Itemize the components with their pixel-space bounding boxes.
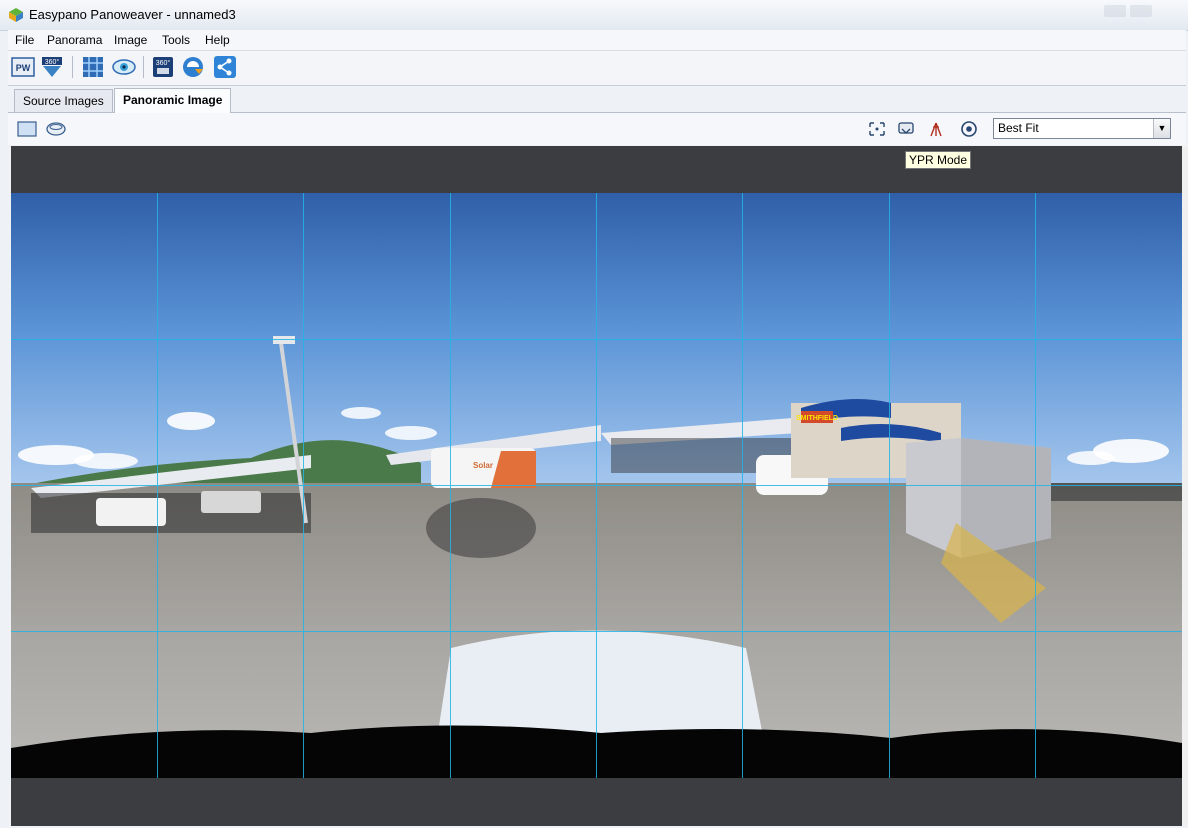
360-publish-icon[interactable]: 360° xyxy=(40,55,64,79)
grid-line xyxy=(11,631,1182,632)
window-title: Easypano Panoweaver - unnamed3 xyxy=(29,7,236,22)
zoom-select-value: Best Fit xyxy=(998,121,1039,135)
stitch-icon[interactable] xyxy=(81,55,105,79)
grid-line xyxy=(11,485,1182,486)
tab-panoramic-image[interactable]: Panoramic Image xyxy=(114,88,232,113)
share-icon[interactable] xyxy=(213,55,237,79)
menu-tools[interactable]: Tools xyxy=(162,33,190,47)
chevron-down-icon[interactable]: ▼ xyxy=(1153,119,1170,138)
vertical-scrollbar[interactable] xyxy=(1182,146,1188,826)
title-bar: Easypano Panoweaver - unnamed3 xyxy=(0,0,1188,31)
menu-image[interactable]: Image xyxy=(114,33,147,47)
ypr-mode-icon[interactable] xyxy=(896,120,916,138)
view-toolbar: Best Fit ▼ xyxy=(8,113,1186,145)
save-360-icon[interactable]: 360° xyxy=(151,55,175,79)
preview-eye-icon[interactable] xyxy=(112,55,136,79)
panorama-canvas[interactable]: SMITHFIELD Solar xyxy=(11,146,1182,826)
tripod-icon[interactable] xyxy=(926,120,946,138)
fit-icon[interactable] xyxy=(867,120,887,138)
grid-line xyxy=(11,339,1182,340)
pw-label: PW xyxy=(16,63,31,73)
menu-panorama[interactable]: Panorama xyxy=(47,33,102,47)
menu-help[interactable]: Help xyxy=(205,33,230,47)
save-360-label: 360° xyxy=(156,59,171,67)
building-sign-text: SMITHFIELD xyxy=(796,415,838,422)
tab-source-images[interactable]: Source Images xyxy=(14,89,113,112)
target-icon[interactable] xyxy=(959,120,979,138)
menu-file[interactable]: File xyxy=(15,33,34,47)
window-controls[interactable] xyxy=(1100,5,1180,23)
360-label: 360° xyxy=(45,58,60,66)
zoom-select[interactable]: Best Fit ▼ xyxy=(993,118,1171,139)
flat-view-icon[interactable] xyxy=(17,120,37,138)
panoramic-image[interactable]: SMITHFIELD Solar xyxy=(11,193,1182,778)
spherical-view-icon[interactable] xyxy=(46,120,66,138)
tooltip-ypr-mode: YPR Mode xyxy=(905,151,972,169)
publish-web-icon[interactable] xyxy=(181,55,205,79)
main-toolbar: PW 360° 360° xyxy=(8,51,1186,86)
app-icon xyxy=(9,8,23,22)
pw-icon[interactable]: PW xyxy=(11,55,35,79)
view-tabs: Source Images Panoramic Image xyxy=(8,86,1186,113)
van-text: Solar xyxy=(473,461,493,470)
menu-bar: File Panorama Image Tools Help xyxy=(8,30,1186,51)
